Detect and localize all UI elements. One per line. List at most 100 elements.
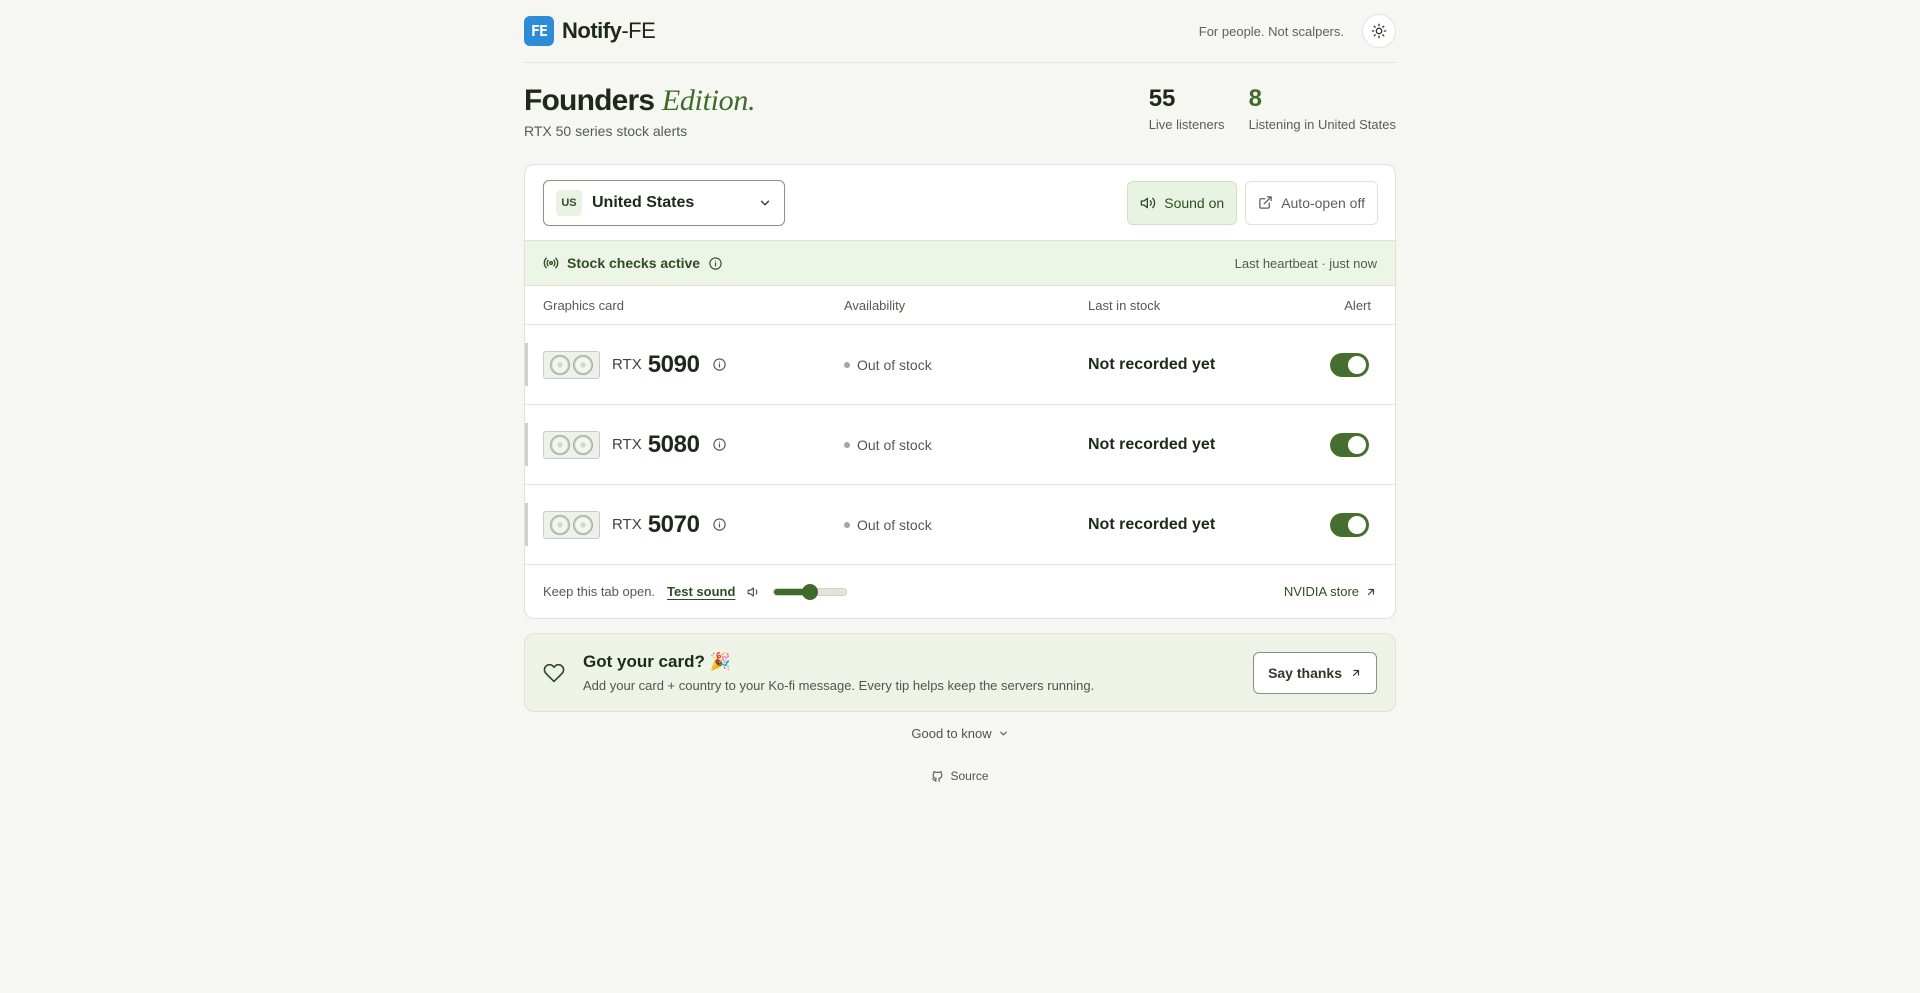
thanks-banner: Got your card? 🎉 Add your card + country… — [524, 633, 1396, 712]
country-name: United States — [592, 193, 695, 211]
status-bar: Stock checks active Last heartbeat · jus… — [525, 240, 1395, 286]
footer-left: Keep this tab open. Test sound — [543, 583, 848, 600]
stats: 55 Live listeners 8 Listening in United … — [1149, 84, 1396, 132]
gpu-model: 5080 — [647, 430, 700, 458]
gpu-prefix: RTX — [612, 516, 642, 533]
volume-slider-handle[interactable] — [802, 583, 819, 600]
theme-toggle-button[interactable] — [1362, 14, 1396, 48]
gpu-cell: RTX 5090 — [543, 350, 844, 379]
last-in-stock-cell: Not recorded yet — [1088, 515, 1216, 533]
last-in-stock-cell: Not recorded yet — [1088, 355, 1216, 373]
auto-open-label: Auto-open off — [1281, 194, 1365, 211]
status-indicator: Stock checks active — [543, 255, 723, 271]
controls-bar: US United States Sound on Auto-open off — [525, 165, 1395, 240]
brand[interactable]: FE Notify-FE — [524, 16, 656, 46]
gpu-model: 5090 — [647, 350, 700, 378]
info-icon[interactable] — [712, 357, 727, 372]
gpu-cell: RTX 5070 — [543, 510, 844, 539]
column-header-alert: Alert — [1344, 297, 1371, 313]
arrow-up-right-icon — [1352, 669, 1360, 676]
table-header: Graphics card Availability Last in stock… — [525, 286, 1395, 325]
sound-label: Sound on — [1164, 194, 1225, 211]
stat-value: 8 — [1248, 85, 1262, 112]
thanks-text: Got your card? 🎉 Add your card + country… — [583, 652, 1235, 693]
arrow-up-right-icon — [1367, 588, 1375, 595]
hero-left: Founders Edition. RTX 50 series stock al… — [524, 83, 756, 139]
thanks-title: Got your card? 🎉 — [583, 652, 731, 671]
stat-label: Listening in United States — [1248, 117, 1396, 132]
alert-cell — [1317, 512, 1377, 537]
stat-value: 55 — [1148, 85, 1176, 112]
table-row: RTX 5070 Out of stock Not recorded yet — [525, 485, 1395, 565]
info-icon[interactable] — [712, 517, 727, 532]
source-label: Source — [950, 769, 989, 783]
brand-name: Notify-FE — [562, 18, 656, 44]
chevron-down-icon — [760, 200, 770, 205]
alert-toggle[interactable] — [1330, 352, 1369, 377]
status-label: Stock checks active — [567, 255, 701, 271]
heart-icon — [543, 663, 565, 682]
column-header-card: Graphics card — [543, 297, 624, 313]
country-select[interactable]: US United States — [543, 179, 785, 226]
control-buttons: Sound on Auto-open off — [1127, 180, 1378, 225]
brand-name-rest: -FE — [621, 18, 656, 43]
alert-toggle[interactable] — [1330, 512, 1369, 537]
alert-toggle[interactable] — [1330, 432, 1369, 457]
status-dot — [844, 361, 850, 368]
table-row: RTX 5080 Out of stock Not recorded yet — [525, 405, 1395, 485]
auto-open-toggle-button[interactable]: Auto-open off — [1245, 180, 1378, 225]
stat-label: Live listeners — [1148, 117, 1225, 132]
page-subtitle: RTX 50 series stock alerts — [524, 123, 688, 139]
heartbeat-text: Last heartbeat · just now — [1234, 255, 1377, 271]
tagline: For people. Not scalpers. — [1198, 23, 1344, 39]
availability-text: Out of stock — [857, 436, 932, 453]
chevron-down-icon — [999, 731, 1007, 736]
gpu-prefix: RTX — [612, 356, 642, 373]
availability-cell: Out of stock — [844, 517, 1088, 533]
availability-text: Out of stock — [857, 356, 932, 373]
status-dot — [844, 441, 850, 448]
thanks-subtitle: Add your card + country to your Ko-fi me… — [583, 678, 1095, 693]
title-bold: Founders — [524, 84, 655, 117]
github-icon — [932, 770, 943, 782]
source-link[interactable]: Source — [524, 769, 1396, 783]
column-header-last-in-stock: Last in stock — [1088, 297, 1161, 313]
page-container: FE Notify-FE For people. Not scalpers. F… — [524, 0, 1396, 783]
hero: Founders Edition. RTX 50 series stock al… — [524, 83, 1396, 158]
volume-slider[interactable] — [773, 583, 848, 600]
sound-toggle-button[interactable]: Sound on — [1127, 180, 1238, 225]
availability-text: Out of stock — [857, 516, 932, 533]
logo-icon: FE — [524, 16, 554, 46]
column-header-availability: Availability — [844, 297, 906, 313]
info-icon[interactable] — [708, 256, 723, 271]
speaker-icon — [1140, 197, 1156, 208]
keep-open-text: Keep this tab open. — [543, 584, 656, 599]
availability-cell: Out of stock — [844, 357, 1088, 373]
top-bar: FE Notify-FE For people. Not scalpers. — [524, 0, 1396, 63]
test-sound-link[interactable]: Test sound — [667, 584, 735, 599]
say-thanks-button[interactable]: Say thanks — [1253, 651, 1377, 694]
top-right: For people. Not scalpers. — [1199, 14, 1396, 48]
gpu-card-image — [543, 350, 600, 379]
alert-cell — [1317, 352, 1377, 377]
info-icon[interactable] — [712, 437, 727, 452]
country-code-badge: US — [556, 189, 582, 216]
page-title: Founders Edition. — [524, 83, 756, 119]
title-italic: Edition. — [661, 84, 756, 117]
stock-card: US United States Sound on Auto-open off … — [524, 164, 1396, 619]
say-thanks-label: Say thanks — [1268, 664, 1342, 681]
nvidia-store-link[interactable]: NVIDIA store — [1284, 584, 1377, 599]
gpu-cell: RTX 5080 — [543, 430, 844, 459]
gpu-prefix: RTX — [612, 436, 642, 453]
volume-icon — [747, 586, 758, 597]
good-to-know-label: Good to know — [911, 726, 992, 741]
status-dot — [844, 521, 850, 528]
card-footer: Keep this tab open. Test sound NVIDIA st… — [525, 565, 1395, 618]
stat-country-listeners: 8 Listening in United States — [1249, 84, 1396, 132]
alert-cell — [1317, 432, 1377, 457]
broadcast-icon — [543, 257, 559, 269]
gpu-model: 5070 — [647, 510, 700, 538]
good-to-know-toggle[interactable]: Good to know — [524, 726, 1396, 741]
external-link-icon — [1259, 196, 1272, 209]
store-link-label: NVIDIA store — [1283, 584, 1359, 599]
